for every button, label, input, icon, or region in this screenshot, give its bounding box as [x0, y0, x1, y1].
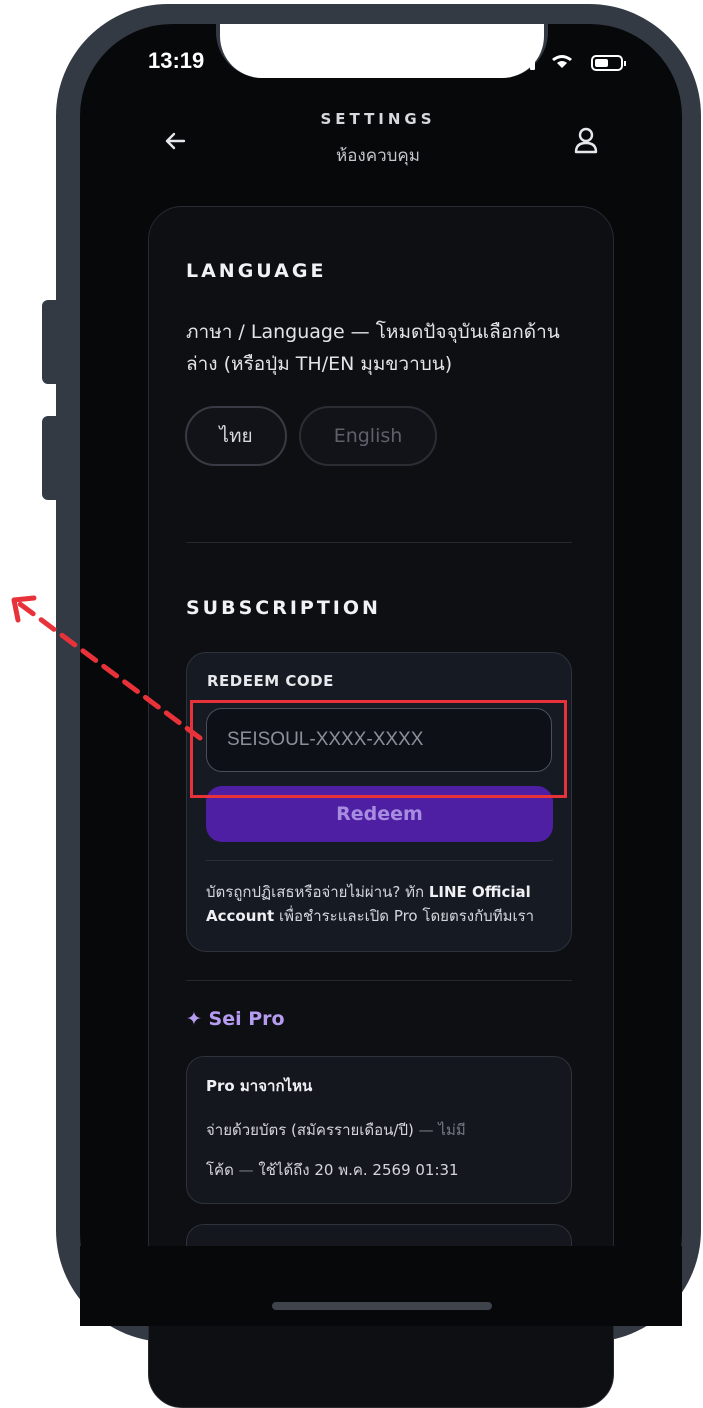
section-divider: [186, 980, 572, 981]
signal-icon: [530, 60, 535, 70]
page-subtitle: ห้องควบคุม: [335, 146, 420, 166]
redeem-help-note: บัตรถูกปฏิเสธหรือจ่ายไม่ผ่าน? ทัก LINE O…: [206, 880, 566, 928]
language-section-title: LANGUAGE: [186, 260, 327, 282]
notch-inner: [220, 24, 544, 78]
status-time: 13:19: [148, 48, 205, 73]
redeem-divider: [206, 860, 553, 861]
note-suffix: เพื่อชำระและเปิด Pro โดยตรงกับทีมเรา: [274, 907, 535, 925]
pro-line2-text: โค้ด: [206, 1161, 234, 1179]
language-option-thai[interactable]: ไทย: [185, 406, 287, 466]
volume-up-side-button: [42, 300, 58, 384]
pro-source-line-2: โค้ด — ใช้ได้ถึง 20 พ.ค. 2569 01:31: [206, 1158, 459, 1182]
home-indicator[interactable]: [272, 1302, 492, 1310]
bottom-safe-area: [80, 1246, 682, 1326]
note-prefix: บัตรถูกปฏิเสธหรือจ่ายไม่ผ่าน? ทัก: [206, 883, 429, 901]
language-description: ภาษา / Language — โหมดปัจจุบันเลือกด้านล…: [186, 321, 560, 375]
pro-line1-text: จ่ายด้วยบัตร (สมัครรายเดือน/ปี): [206, 1121, 414, 1139]
wifi-icon: [557, 61, 567, 68]
subscription-section-title: SUBSCRIPTION: [186, 597, 381, 619]
redeem-code-label: REDEEM CODE: [207, 672, 334, 690]
status-icons: [530, 55, 626, 71]
back-arrow-icon[interactable]: [160, 126, 190, 156]
language-option-english[interactable]: English: [299, 406, 437, 466]
page-title: SETTINGS: [320, 110, 436, 128]
sei-pro-heading: ✦ Sei Pro: [186, 1008, 285, 1030]
volume-down-side-button: [42, 416, 58, 500]
pointer-arrow-icon: [11, 595, 203, 741]
pro-line2-muted: —: [233, 1161, 259, 1179]
pro-line2-tail: ใช้ได้ถึง 20 พ.ค. 2569 01:31: [258, 1161, 459, 1179]
section-divider: [186, 542, 572, 543]
pro-source-title: Pro มาจากไหน: [206, 1077, 313, 1095]
pro-line1-muted: — ไม่มี: [413, 1121, 466, 1139]
profile-icon[interactable]: [570, 124, 602, 158]
pro-source-line-1: จ่ายด้วยบัตร (สมัครรายเดือน/ปี) — ไม่มี: [206, 1118, 466, 1142]
highlight-box: [190, 700, 567, 798]
